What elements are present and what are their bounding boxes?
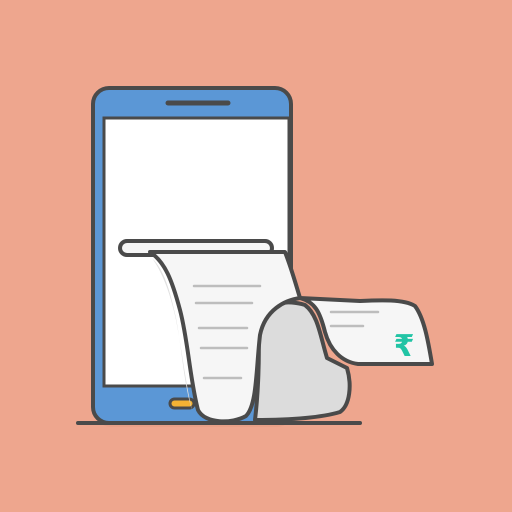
app-icon-illustration: ₹ (0, 0, 512, 512)
rupee-icon: ₹ (394, 329, 415, 364)
illustration-svg: ₹ (0, 0, 512, 512)
